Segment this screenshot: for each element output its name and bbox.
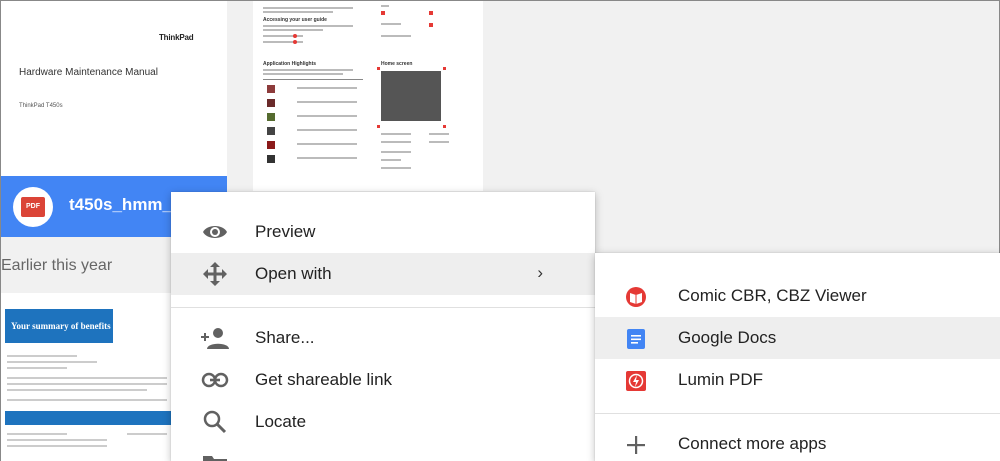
pdf-file-icon: PDF: [13, 187, 53, 227]
search-icon: [201, 410, 229, 434]
submenu-divider: [595, 413, 1000, 414]
submenu-item-label: Comic CBR, CBZ Viewer: [678, 286, 867, 305]
lumin-pdf-icon: [625, 370, 647, 392]
link-icon: [201, 368, 229, 392]
chevron-right-icon: ›: [537, 263, 543, 282]
preview-heading-1: Accessing your user guide: [263, 17, 327, 23]
move-arrows-icon: [201, 262, 229, 286]
submenu-item-label: Lumin PDF: [678, 370, 764, 389]
add-person-icon: [201, 326, 229, 350]
doc-title: Hardware Maintenance Manual: [19, 67, 158, 78]
pdf-label: PDF: [21, 197, 45, 217]
file-name: t450s_hmm_en: [69, 195, 179, 214]
preview-heading-2: Application Highlights: [263, 61, 317, 67]
submenu-item-label: Google Docs: [678, 328, 777, 347]
menu-item-label: Locate: [255, 412, 307, 431]
preview-heading-3: Home screen: [381, 61, 413, 67]
document-preview-card[interactable]: Accessing your user guide Application Hi…: [253, 1, 483, 191]
menu-item-open-with[interactable]: Open with ›: [171, 253, 595, 295]
menu-item-get-link[interactable]: Get shareable link: [171, 359, 595, 401]
menu-item-preview[interactable]: Preview: [171, 211, 595, 253]
submenu-item-comic-viewer[interactable]: Comic CBR, CBZ Viewer: [595, 275, 1000, 317]
menu-item-share[interactable]: Share...: [171, 317, 595, 359]
eye-icon: [201, 220, 229, 244]
menu-item-more[interactable]: [171, 443, 595, 461]
doc-model: ThinkPad T450s: [19, 103, 63, 109]
benefits-banner: Your summary of benefits: [5, 309, 113, 343]
document-card-benefits[interactable]: Your summary of benefits: [1, 293, 171, 461]
comic-viewer-icon: [625, 286, 647, 308]
menu-item-label: Preview: [255, 222, 316, 241]
open-with-submenu: Comic CBR, CBZ Viewer Google Docs Lumin …: [595, 253, 1000, 461]
benefits-table-header: [5, 411, 171, 425]
file-thumbnail: ThinkPad Hardware Maintenance Manual Thi…: [1, 1, 227, 176]
menu-item-label: Open with: [255, 264, 332, 283]
folder-icon: [201, 452, 229, 461]
menu-item-locate[interactable]: Locate: [171, 401, 595, 443]
plus-icon: [625, 434, 647, 456]
submenu-item-lumin-pdf[interactable]: Lumin PDF: [595, 359, 1000, 401]
doc-brand: ThinkPad: [159, 33, 194, 42]
menu-item-label: Share...: [255, 328, 315, 347]
menu-item-label: Get shareable link: [255, 370, 393, 389]
submenu-item-google-docs[interactable]: Google Docs: [595, 317, 1000, 359]
menu-divider: [171, 307, 595, 308]
google-docs-icon: [625, 328, 647, 350]
submenu-item-label: Connect more apps: [678, 434, 827, 453]
submenu-item-connect-apps[interactable]: Connect more apps: [595, 423, 1000, 461]
context-menu: Preview Open with › Share... Get shareab…: [171, 192, 595, 461]
section-label: Earlier this year: [1, 257, 113, 274]
